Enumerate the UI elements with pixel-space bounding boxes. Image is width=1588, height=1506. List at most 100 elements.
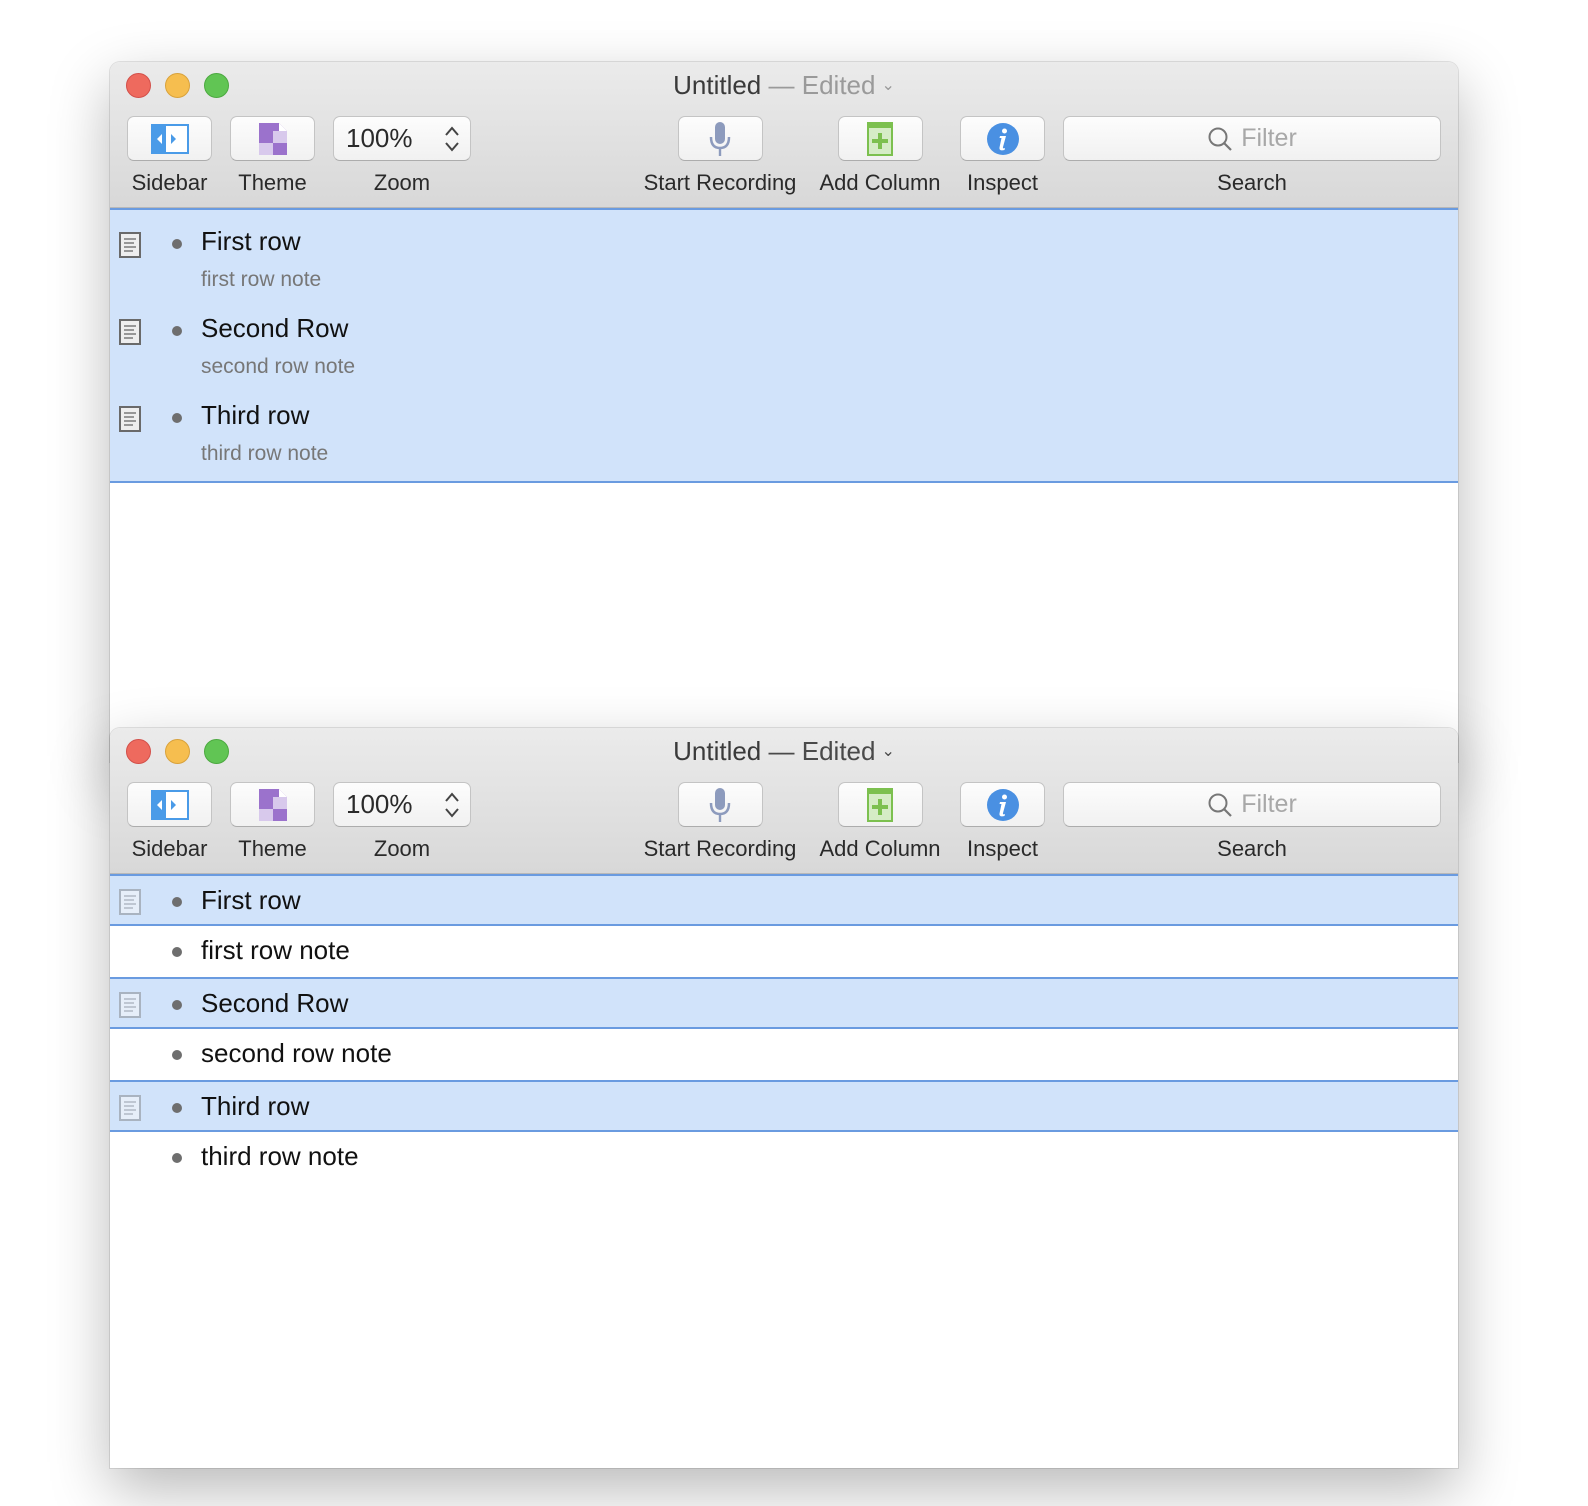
row-note[interactable]: second row note bbox=[201, 1038, 392, 1069]
toolbar-add-column: Add Column bbox=[815, 116, 945, 196]
add-column-button[interactable] bbox=[837, 116, 923, 161]
search-icon bbox=[1208, 127, 1232, 151]
zoom-value: 100% bbox=[346, 789, 413, 819]
outline-row-selected[interactable]: Third row bbox=[110, 1080, 1458, 1132]
add-column-icon bbox=[867, 787, 893, 822]
inspect-button[interactable] bbox=[960, 116, 1045, 161]
outline-row-note[interactable]: second row note bbox=[110, 1029, 1458, 1081]
zoom-stepper[interactable]: 100% bbox=[333, 782, 471, 827]
row-note[interactable]: first row note bbox=[201, 935, 350, 966]
row-bullet[interactable] bbox=[172, 326, 182, 336]
row-bullet[interactable] bbox=[172, 897, 182, 907]
outline-row[interactable]: First row first row note bbox=[110, 216, 1458, 303]
theme-label: Theme bbox=[238, 170, 307, 195]
window-outline-notes-as-rows: Untitled — Edited ⌄ Sidebar Theme 100% Z… bbox=[110, 728, 1458, 1468]
toolbar-inspect: Inspect bbox=[955, 782, 1050, 862]
chevron-down-icon[interactable]: ⌄ bbox=[881, 71, 894, 101]
inspect-label: Inspect bbox=[967, 836, 1038, 861]
window-title[interactable]: Untitled — Edited ⌄ bbox=[110, 736, 1458, 771]
row-title[interactable]: First row bbox=[201, 226, 301, 257]
inspect-button[interactable] bbox=[960, 782, 1045, 827]
title-separator: — bbox=[768, 736, 795, 766]
outline-row[interactable]: Second Row second row note bbox=[110, 303, 1458, 390]
row-title[interactable]: Second Row bbox=[201, 988, 348, 1019]
row-bullet[interactable] bbox=[172, 946, 182, 957]
toolbar-search: Filter Search bbox=[1063, 782, 1441, 862]
row-bullet[interactable] bbox=[172, 413, 182, 423]
sidebar-button[interactable] bbox=[127, 782, 212, 827]
note-icon[interactable] bbox=[119, 889, 141, 915]
row-note[interactable]: first row note bbox=[201, 268, 321, 292]
row-bullet[interactable] bbox=[172, 239, 182, 249]
toolbar-start-recording: Start Recording bbox=[630, 116, 810, 196]
sidebar-icon bbox=[150, 789, 189, 820]
row-title[interactable]: Third row bbox=[201, 1091, 309, 1122]
start-recording-label: Start Recording bbox=[643, 170, 797, 195]
row-bullet[interactable] bbox=[172, 1103, 182, 1113]
search-input[interactable]: Filter bbox=[1063, 116, 1441, 161]
start-recording-label: Start Recording bbox=[643, 836, 797, 861]
toolbar-search: Filter Search bbox=[1063, 116, 1441, 196]
row-title[interactable]: First row bbox=[201, 885, 301, 916]
start-recording-button[interactable] bbox=[677, 116, 763, 161]
theme-icon bbox=[258, 788, 287, 821]
zoom-value: 100% bbox=[346, 123, 413, 153]
toolbar-zoom: 100% Zoom bbox=[333, 782, 471, 862]
row-bullet[interactable] bbox=[172, 1049, 182, 1060]
outline-view: First row first row note Second Row seco… bbox=[110, 874, 1458, 1183]
search-label: Search bbox=[1217, 836, 1287, 861]
row-note[interactable]: second row note bbox=[201, 355, 355, 379]
start-recording-button[interactable] bbox=[677, 782, 763, 827]
search-label: Search bbox=[1217, 170, 1287, 195]
row-bullet[interactable] bbox=[172, 1000, 182, 1010]
note-icon[interactable] bbox=[119, 232, 141, 258]
titlebar: Untitled — Edited ⌄ Sidebar Theme 100% Z… bbox=[110, 62, 1458, 208]
search-input[interactable]: Filter bbox=[1063, 782, 1441, 827]
outline-view: First row first row note Second Row seco… bbox=[110, 208, 1458, 483]
toolbar-start-recording: Start Recording bbox=[630, 782, 810, 862]
window-title[interactable]: Untitled — Edited ⌄ bbox=[110, 70, 1458, 105]
note-icon[interactable] bbox=[119, 1095, 141, 1121]
note-icon[interactable] bbox=[119, 992, 141, 1018]
search-icon bbox=[1208, 793, 1232, 817]
note-icon[interactable] bbox=[119, 319, 141, 345]
document-name: Untitled bbox=[673, 70, 762, 100]
title-separator: — bbox=[768, 70, 795, 100]
stepper-icon[interactable] bbox=[444, 124, 460, 154]
edited-status: Edited bbox=[801, 70, 876, 100]
theme-icon bbox=[258, 122, 287, 155]
toolbar-theme: Theme bbox=[230, 116, 315, 196]
theme-button[interactable] bbox=[230, 116, 315, 161]
row-title[interactable]: Third row bbox=[201, 400, 309, 431]
edited-status: Edited bbox=[801, 736, 876, 766]
add-column-icon bbox=[867, 121, 893, 156]
info-icon bbox=[986, 788, 1019, 821]
microphone-icon bbox=[709, 787, 731, 822]
zoom-label: Zoom bbox=[373, 836, 431, 861]
row-bullet[interactable] bbox=[172, 1152, 182, 1163]
zoom-stepper[interactable]: 100% bbox=[333, 116, 471, 161]
note-icon[interactable] bbox=[119, 406, 141, 432]
toolbar-add-column: Add Column bbox=[815, 782, 945, 862]
row-title[interactable]: Second Row bbox=[201, 313, 348, 344]
inspect-label: Inspect bbox=[967, 170, 1038, 195]
outline-row-note[interactable]: first row note bbox=[110, 926, 1458, 978]
outline-row-note[interactable]: third row note bbox=[110, 1132, 1458, 1184]
add-column-button[interactable] bbox=[837, 782, 923, 827]
theme-label: Theme bbox=[238, 836, 307, 861]
outline-row[interactable]: Third row third row note bbox=[110, 390, 1458, 477]
search-placeholder: Filter bbox=[1241, 124, 1297, 152]
add-column-label: Add Column bbox=[819, 170, 941, 195]
row-note[interactable]: third row note bbox=[201, 442, 328, 466]
row-note[interactable]: third row note bbox=[201, 1141, 359, 1172]
theme-button[interactable] bbox=[230, 782, 315, 827]
titlebar: Untitled — Edited ⌄ Sidebar Theme 100% Z… bbox=[110, 728, 1458, 874]
outline-row-selected[interactable]: Second Row bbox=[110, 977, 1458, 1029]
outline-row-selected[interactable]: First row bbox=[110, 874, 1458, 926]
stepper-icon[interactable] bbox=[444, 790, 460, 820]
selected-rows: First row first row note Second Row seco… bbox=[110, 208, 1458, 483]
sidebar-button[interactable] bbox=[127, 116, 212, 161]
toolbar-sidebar: Sidebar bbox=[127, 782, 212, 862]
chevron-down-icon[interactable]: ⌄ bbox=[881, 737, 894, 767]
add-column-label: Add Column bbox=[819, 836, 941, 861]
